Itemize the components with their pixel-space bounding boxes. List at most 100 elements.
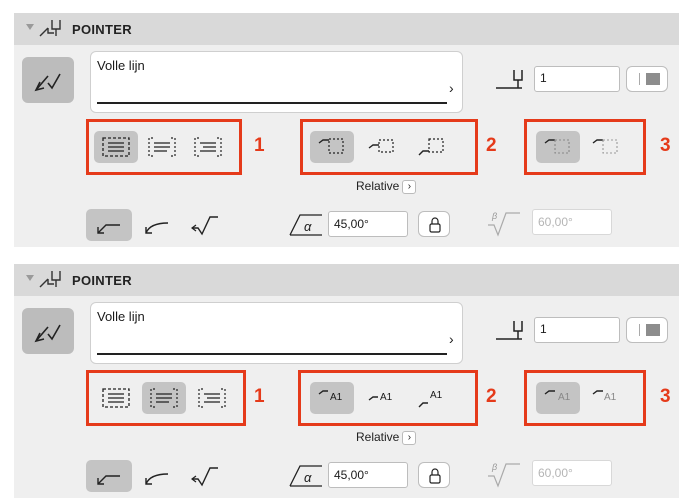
curved-arrow-icon (145, 473, 169, 485)
leader-right-button[interactable]: A1 (584, 382, 628, 414)
group-3-number: 3 (660, 135, 671, 156)
line-type-label: Volle lijn (97, 309, 145, 324)
pointer-straight-button[interactable] (86, 209, 132, 241)
anchor-bottom-icon (418, 138, 444, 156)
angle-input[interactable]: 45,00° (328, 211, 408, 237)
chevron-right-icon[interactable]: › (402, 430, 417, 445)
pointer-straight-button[interactable] (86, 460, 132, 492)
lock-icon (429, 468, 441, 484)
curved-arrow-icon (145, 222, 169, 234)
chevron-right-icon: › (449, 331, 454, 347)
pen-color-button[interactable] (626, 66, 668, 92)
arrow-line-icon (34, 324, 61, 343)
text-frame-dashed-button[interactable] (94, 382, 138, 414)
angle-2-input: 60,00° (532, 209, 612, 235)
angled-arrow-icon (191, 216, 218, 236)
leader-right-button[interactable] (584, 131, 628, 163)
line-type-selector[interactable]: Volle lijn › (90, 51, 463, 113)
pointer-panel-1: POINTER Volle lijn › 1 1 2 3 Relative › … (14, 13, 679, 247)
angled-arrow-icon (191, 467, 218, 487)
svg-text:β: β (491, 462, 497, 472)
pen-icon (496, 70, 523, 89)
text-frame-right-button[interactable] (186, 131, 230, 163)
leader-left-icon (544, 139, 570, 154)
line-type-selector[interactable]: Volle lijn › (90, 302, 463, 364)
anchor-bottom-button[interactable]: A1 (410, 382, 454, 414)
lock-icon (429, 217, 441, 233)
text-frame-dashed-button[interactable] (94, 131, 138, 163)
anchor-top-icon (318, 138, 344, 154)
line-sample (97, 102, 447, 104)
collapse-triangle-icon[interactable] (26, 24, 34, 30)
panel-title: POINTER (72, 22, 132, 37)
leader-text-label: A1 (604, 392, 617, 403)
svg-text:α: α (304, 219, 312, 234)
anchor-text-label: A1 (330, 392, 343, 403)
group-2-number: 2 (486, 135, 497, 156)
pointer-icon (39, 271, 61, 288)
relative-label: Relative (356, 430, 400, 444)
panel-header[interactable]: POINTER (14, 13, 679, 45)
panel-title: POINTER (72, 273, 132, 288)
leader-text-label: A1 (558, 392, 571, 403)
angle-input[interactable]: 45,00° (328, 462, 408, 488)
angle-beta-icon: β (488, 211, 520, 237)
anchor-top-button[interactable]: A1 (310, 382, 354, 414)
leader-left-button[interactable]: A1 (536, 382, 580, 414)
text-frame-bracket-button[interactable] (142, 382, 186, 414)
arrow-line-icon (34, 73, 61, 92)
pen-number-input[interactable]: 1 (534, 66, 620, 92)
angle-alpha-icon: α (289, 214, 322, 236)
pen-icon (496, 321, 523, 340)
angle-alpha-icon: α (289, 465, 322, 487)
arrow-style-button[interactable] (22, 57, 74, 103)
lock-button[interactable] (418, 211, 450, 237)
anchor-middle-icon (368, 139, 394, 153)
group-2-number: 2 (486, 386, 497, 407)
pen-color-button[interactable] (626, 317, 668, 343)
group-1-number: 1 (254, 386, 265, 407)
right-frame-icon (198, 388, 226, 408)
pointer-curved-button[interactable] (134, 209, 180, 241)
angle-beta-icon: β (488, 462, 520, 488)
lock-button[interactable] (418, 462, 450, 488)
bracket-frame-icon (148, 137, 176, 157)
pen-color-swatch (646, 324, 660, 336)
pen-color-swatch (646, 73, 660, 85)
arrow-style-button[interactable] (22, 308, 74, 354)
pen-number-input[interactable]: 1 (534, 317, 620, 343)
svg-text:β: β (491, 211, 497, 221)
pointer-angled-button[interactable] (182, 209, 228, 241)
anchor-text-label: A1 (380, 392, 393, 403)
group-3-number: 3 (660, 386, 671, 407)
group-1-number: 1 (254, 135, 265, 156)
pointer-icon (39, 20, 61, 37)
relative-toggle[interactable]: Relative › (356, 179, 417, 194)
panel-header[interactable]: POINTER (14, 264, 679, 296)
anchor-middle-button[interactable]: A1 (360, 382, 404, 414)
relative-label: Relative (356, 179, 400, 193)
anchor-bottom-button[interactable] (410, 131, 454, 163)
pointer-angled-button[interactable] (182, 460, 228, 492)
dashed-frame-icon (102, 388, 130, 408)
collapse-triangle-icon[interactable] (26, 275, 34, 281)
line-type-label: Volle lijn (97, 58, 145, 73)
text-frame-right-button[interactable] (190, 382, 234, 414)
right-frame-icon (194, 137, 222, 157)
dashed-frame-icon (102, 137, 130, 157)
text-frame-bracket-button[interactable] (140, 131, 184, 163)
straight-arrow-icon (97, 224, 120, 234)
leader-right-icon (592, 139, 618, 154)
svg-text:α: α (304, 470, 312, 485)
angle-2-input: 60,00° (532, 460, 612, 486)
relative-toggle[interactable]: Relative › (356, 430, 417, 445)
leader-left-button[interactable] (536, 131, 580, 163)
pointer-panel-2: POINTER Volle lijn › 1 1 A1 A1 A1 2 A1 A… (14, 264, 679, 498)
anchor-text-label: A1 (430, 390, 443, 401)
anchor-middle-button[interactable] (360, 131, 404, 163)
bracket-frame-icon (150, 388, 178, 408)
chevron-right-icon[interactable]: › (402, 179, 417, 194)
anchor-top-button[interactable] (310, 131, 354, 163)
straight-arrow-icon (97, 475, 120, 485)
pointer-curved-button[interactable] (134, 460, 180, 492)
